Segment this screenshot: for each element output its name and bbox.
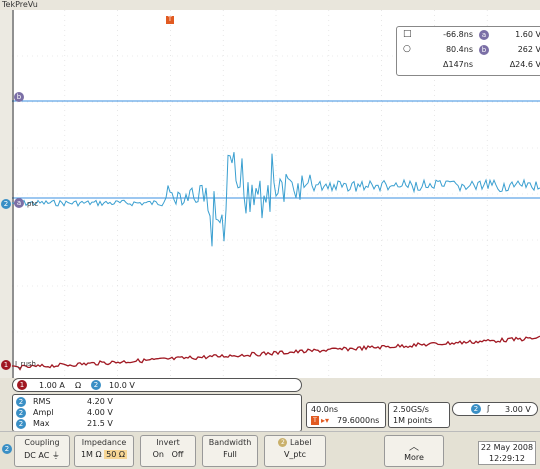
sample-rate: 2.50GS/s xyxy=(393,405,429,414)
coupling-dc[interactable]: DC xyxy=(24,451,36,460)
meas-ampl-value: 4.00 V xyxy=(87,408,113,417)
record-length: 1M points xyxy=(393,416,433,425)
trigger-slope-icon: ʃ xyxy=(487,404,490,413)
meas-ampl-name: Ampl xyxy=(33,408,54,417)
coupling-ac[interactable]: AC xyxy=(38,451,49,460)
label-value: V_ptc xyxy=(283,450,307,459)
chevron-up-icon: ︿ xyxy=(409,442,419,453)
measurements-panel[interactable]: 2 RMS 4.20 V 2 Ampl 4.00 V 2 Max 21.5 V xyxy=(12,394,302,432)
channel-scale-bar[interactable]: 1 1.00 A Ω 2 10.0 V xyxy=(12,378,302,392)
square-time-value: -66.8ns xyxy=(443,30,473,39)
delta-time-value: Δ147ns xyxy=(443,60,473,69)
delta-value: Δ24.6 V xyxy=(509,60,540,69)
ch2-ground-marker[interactable]: 2 xyxy=(1,199,11,209)
left-marker-rail xyxy=(0,10,12,378)
invert-title: Invert xyxy=(156,438,180,447)
impedance-button[interactable]: Impedance 1M Ω 50 Ω xyxy=(74,435,134,467)
cursor-readout: □ -66.8ns a 1.60 V ○ 80.4ns b 262 V Δ147… xyxy=(396,26,540,76)
label-title-row: 2 Label xyxy=(265,438,325,447)
invert-on[interactable]: On xyxy=(153,450,164,459)
cursor-b-marker[interactable]: b xyxy=(14,92,24,102)
impedance-title: Impedance xyxy=(81,438,127,447)
ch1-unit: Ω xyxy=(75,381,82,390)
horizontal-position-icon: T xyxy=(311,416,319,425)
waveform-area[interactable]: □ -66.8ns a 1.60 V ○ 80.4ns b 262 V Δ147… xyxy=(12,10,540,378)
acquisition-panel[interactable]: 2.50GS/s 1M points xyxy=(388,402,450,428)
meas-max-value: 21.5 V xyxy=(87,419,113,428)
ch2-waveform xyxy=(12,152,540,247)
ch2-trace-label: ptc xyxy=(27,200,39,208)
meas-ampl-badge: 2 xyxy=(16,408,26,418)
trigger-position-marker[interactable]: T xyxy=(166,16,174,24)
cursor-a-marker[interactable]: a xyxy=(14,198,24,208)
horizontal-position-arrow: ▸▾ xyxy=(321,416,330,425)
top-status-bar: TekPreVu xyxy=(0,0,540,10)
impedance-1m[interactable]: 1M Ω xyxy=(81,450,102,459)
circle-time-value: 80.4ns xyxy=(445,45,473,54)
a-value: 1.60 V xyxy=(515,30,540,39)
coupling-title: Coupling xyxy=(24,438,60,447)
ch1-badge: 1 xyxy=(17,380,27,390)
ch1-trace-label: I_rush xyxy=(15,360,36,368)
meas-max-badge: 2 xyxy=(16,419,26,429)
channel-menu-bar: 2 Coupling DC AC ⏚ Impedance 1M Ω 50 Ω I… xyxy=(0,431,540,469)
bandwidth-title: Bandwidth xyxy=(208,438,252,447)
trigger-level: 3.00 V xyxy=(505,405,531,414)
coupling-button[interactable]: Coupling DC AC ⏚ xyxy=(14,435,70,467)
meas-max-name: Max xyxy=(33,419,50,428)
menu-channel-badge: 2 xyxy=(2,444,12,454)
time-text: 12:29:12 xyxy=(489,454,525,463)
bandwidth-button[interactable]: Bandwidth Full xyxy=(202,435,258,467)
circle-cursor-icon: ○ xyxy=(403,44,411,54)
square-cursor-icon: □ xyxy=(403,29,412,39)
label-index-badge: 2 xyxy=(278,438,288,447)
cursor-b-badge: b xyxy=(479,45,489,55)
cursor-a-badge: a xyxy=(479,30,489,40)
meas-rms-value: 4.20 V xyxy=(87,397,113,406)
invert-options: On Off xyxy=(141,450,195,459)
meas-rms-badge: 2 xyxy=(16,397,26,407)
ch1-waveform xyxy=(12,335,540,371)
coupling-options: DC AC ⏚ xyxy=(15,450,69,461)
horizontal-scale: 40.0ns xyxy=(311,405,339,414)
coupling-ground-icon[interactable]: ⏚ xyxy=(52,451,60,460)
date-text: 22 May 2008 xyxy=(480,443,534,452)
label-title: Label xyxy=(289,438,312,447)
horizontal-scale-panel[interactable]: 40.0ns T ▸▾ 79.6000ns xyxy=(306,402,386,428)
ch2-scale: 10.0 V xyxy=(109,381,135,390)
trigger-panel[interactable]: 2 ʃ 3.00 V xyxy=(452,402,538,416)
trigger-source-badge: 2 xyxy=(471,404,481,414)
invert-button[interactable]: Invert On Off xyxy=(140,435,196,467)
impedance-50[interactable]: 50 Ω xyxy=(104,450,128,459)
horizontal-position: 79.6000ns xyxy=(337,416,380,425)
invert-off[interactable]: Off xyxy=(172,450,184,459)
label-button[interactable]: 2 Label V_ptc xyxy=(264,435,326,467)
brand-label: TekPreVu xyxy=(2,0,38,9)
b-value: 262 V xyxy=(517,45,540,54)
ch2-badge: 2 xyxy=(91,380,101,390)
date-time: 22 May 2008 12:29:12 xyxy=(478,441,536,465)
more-label: More xyxy=(404,453,424,462)
oscilloscope-display: TekPreVu □ -66.8ns a 1.60 V ○ 80.4ns b 2… xyxy=(0,0,540,469)
impedance-options: 1M Ω 50 Ω xyxy=(75,450,133,459)
ch1-scale: 1.00 A xyxy=(39,381,65,390)
ch1-ground-marker[interactable]: 1 xyxy=(1,360,11,370)
bandwidth-value: Full xyxy=(223,450,237,459)
more-button[interactable]: ︿ More xyxy=(384,435,444,467)
meas-rms-name: RMS xyxy=(33,397,51,406)
